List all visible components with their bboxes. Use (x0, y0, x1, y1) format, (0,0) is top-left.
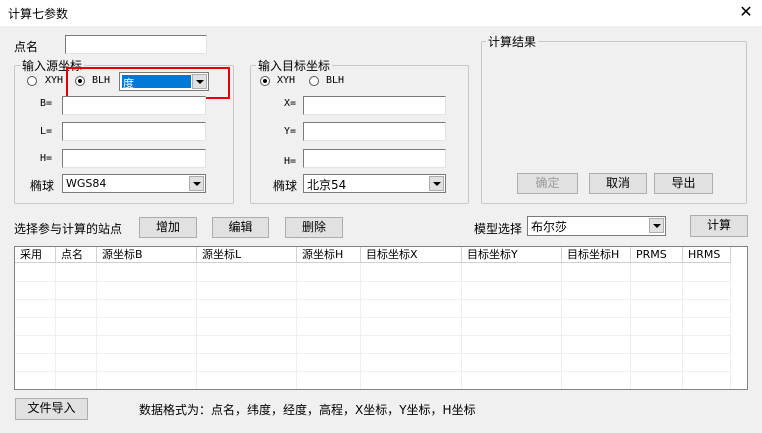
cancel-button[interactable]: 取消 (589, 173, 647, 194)
result-legend: 计算结果 (486, 33, 539, 50)
source-b-label: B= (40, 98, 53, 109)
column-header[interactable]: PRMS (631, 247, 683, 263)
source-l-label: L= (40, 126, 53, 137)
delete-station-button[interactable]: 删除 (285, 217, 343, 238)
source-xyh-radio[interactable] (27, 76, 37, 86)
data-format-hint: 数据格式为：点名，纬度，经度，高程，X坐标，Y坐标，H坐标 (139, 403, 476, 417)
column-header[interactable]: 目标坐标Y (462, 247, 562, 263)
chevron-down-icon[interactable] (649, 218, 664, 233)
target-x-input[interactable] (303, 96, 446, 115)
source-l-input[interactable] (62, 122, 206, 141)
target-ellipsoid-label: 椭球 (273, 179, 298, 193)
ok-button[interactable]: 确定 (517, 173, 578, 194)
point-name-label: 点名 (14, 40, 39, 54)
chevron-down-icon[interactable] (189, 176, 204, 191)
add-station-button[interactable]: 增加 (139, 217, 197, 238)
target-ellipsoid-value: 北京54 (307, 178, 347, 192)
target-h-input[interactable] (303, 149, 446, 168)
title-bar (0, 0, 762, 26)
source-ellipsoid-label: 椭球 (30, 179, 55, 193)
target-blh-radio[interactable] (309, 76, 319, 86)
grid-line (15, 281, 731, 282)
grid-line (15, 299, 731, 300)
target-blh-label: BLH (326, 75, 345, 86)
annotation-highlight-box (66, 67, 230, 99)
model-select-value: 布尔莎 (531, 220, 568, 234)
model-label: 模型选择 (474, 222, 523, 236)
target-x-label: X= (284, 98, 297, 109)
target-ellipsoid-select[interactable]: 北京54 (303, 174, 446, 193)
target-y-label: Y= (284, 126, 297, 137)
export-button[interactable]: 导出 (654, 173, 713, 194)
column-header[interactable]: 采用 (15, 247, 56, 263)
source-ellipsoid-select[interactable]: WGS84 (62, 174, 206, 193)
compute-button[interactable]: 计算 (690, 215, 748, 237)
grid-line (15, 353, 731, 354)
column-header[interactable]: 点名 (56, 247, 97, 263)
source-h-input[interactable] (62, 149, 206, 168)
source-xyh-label: XYH (45, 75, 64, 86)
edit-station-button[interactable]: 编辑 (212, 217, 269, 238)
stations-label: 选择参与计算的站点 (14, 222, 123, 236)
grid-line (15, 371, 731, 372)
target-xyh-radio[interactable] (260, 76, 270, 86)
column-header[interactable]: 源坐标L (197, 247, 297, 263)
model-select[interactable]: 布尔莎 (527, 216, 666, 236)
target-h-label: H= (284, 156, 297, 167)
column-header[interactable]: 源坐标B (97, 247, 197, 263)
target-y-input[interactable] (303, 122, 446, 141)
column-header[interactable]: 目标坐标X (361, 247, 462, 263)
point-name-input[interactable] (65, 35, 207, 54)
grid-line (15, 317, 731, 318)
target-coords-legend: 输入目标坐标 (256, 57, 333, 74)
column-header[interactable]: HRMS (683, 247, 731, 263)
column-header[interactable]: 源坐标H (297, 247, 361, 263)
close-icon[interactable]: ✕ (736, 2, 756, 22)
source-b-input[interactable] (62, 96, 206, 115)
stations-table[interactable]: 采用 点名 源坐标B 源坐标L 源坐标H 目标坐标X 目标坐标Y 目标坐标H P… (14, 246, 748, 390)
window-title: 计算七参数 (8, 7, 69, 21)
chevron-down-icon[interactable] (429, 176, 444, 191)
source-h-label: H= (40, 153, 53, 164)
grid-line (15, 335, 731, 336)
file-import-button[interactable]: 文件导入 (15, 398, 88, 420)
source-ellipsoid-value: WGS84 (66, 177, 107, 190)
column-header[interactable]: 目标坐标H (562, 247, 631, 263)
target-xyh-label: XYH (277, 75, 296, 86)
